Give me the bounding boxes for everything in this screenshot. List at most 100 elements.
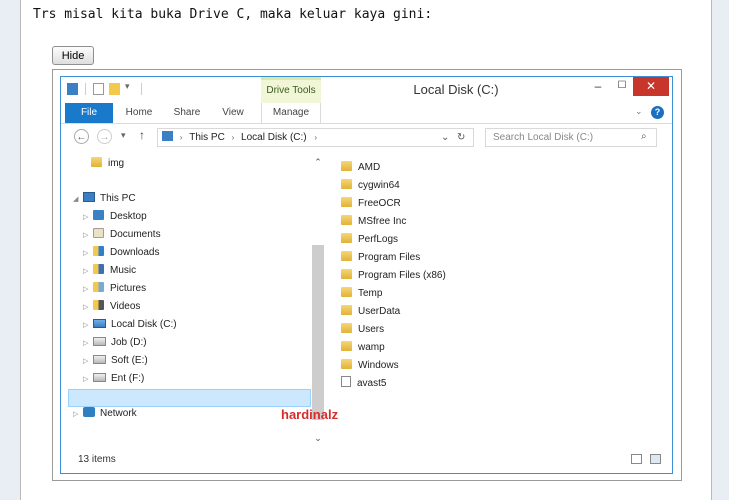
breadcrumb-separator-icon: › [231,133,235,142]
expand-ribbon-icon[interactable]: ⌄ [635,106,643,117]
breadcrumb-separator-icon: › [179,133,183,142]
minimize-button[interactable]: – [588,79,608,97]
scroll-up-icon[interactable]: ⌃ [311,155,325,169]
collapsed-arrow-icon[interactable]: ▷ [83,335,93,353]
breadcrumb-separator-icon: › [314,133,318,142]
collapsed-arrow-icon[interactable]: ▷ [83,299,93,317]
nav-pane-scrollbar[interactable]: ⌃ ⌄ [311,155,325,445]
address-field[interactable]: › This PC › Local Disk (C:) › ⌄ ↻ [157,128,474,147]
list-item[interactable]: PerfLogs [341,231,398,249]
list-item[interactable]: Program Files [341,249,420,267]
scroll-down-icon[interactable]: ⌄ [311,431,325,445]
network-icon [83,407,95,417]
list-item[interactable]: cygwin64 [341,177,400,195]
explorer-window: ▾ Drive Tools Local Disk (C:) – ☐ ✕ File… [60,76,673,474]
hide-spoiler-button[interactable]: Hide [52,46,94,65]
list-item[interactable]: wamp [341,339,385,357]
up-icon[interactable]: ↑ [139,128,145,142]
customize-quick-access-icon[interactable]: ▾ [125,81,130,92]
recent-locations-icon[interactable]: ▾ [121,130,126,141]
collapsed-arrow-icon[interactable]: ▷ [73,406,83,424]
this-pc-icon [162,131,173,141]
nav-item-img[interactable]: img [81,155,124,173]
folder-icon [341,197,352,207]
tab-manage[interactable]: Manage [261,103,321,123]
search-input[interactable]: Search Local Disk (C:) [485,128,657,147]
nav-item-videos[interactable]: ▷ Videos [83,298,140,316]
breadcrumb-local-disk[interactable]: Local Disk (C:) [241,132,307,143]
title-bar: ▾ Drive Tools Local Disk (C:) – ☐ ✕ [61,77,672,103]
status-bar: 13 items [61,447,672,473]
pictures-icon [93,282,104,292]
large-icons-view-icon[interactable] [650,454,661,464]
list-item[interactable]: Temp [341,285,382,303]
nav-item-music[interactable]: ▷ Music [83,262,136,280]
list-item[interactable]: Windows [341,357,399,375]
drive-icon [93,355,106,364]
post-border-left [20,0,21,500]
folder-icon [341,359,352,369]
navigation-pane: img ◢ This PC ▷ Desktop ▷ Documents ▷ Downlo… [61,151,326,447]
forward-icon[interactable]: → [97,129,112,144]
nav-item-network[interactable]: ▷ Network [73,405,137,423]
folder-icon [341,251,352,261]
collapsed-arrow-icon[interactable]: ▷ [83,281,93,299]
collapsed-arrow-icon[interactable]: ▷ [83,209,93,227]
collapsed-arrow-icon[interactable]: ▷ [83,317,93,335]
nav-item-this-pc[interactable]: ◢ This PC [73,190,136,208]
search-icon: ⌕ [641,131,647,142]
nav-item-downloads[interactable]: ▷ Downloads [83,244,159,262]
nav-item-desktop[interactable]: ▷ Desktop [83,208,147,226]
page-margin-left [0,0,20,500]
tab-file[interactable]: File [65,103,113,123]
list-item[interactable]: AMD [341,159,380,177]
post-text: Trs misal kita buka Drive C, maka keluar… [33,7,433,22]
properties-icon[interactable] [93,83,104,95]
nav-item-job-d[interactable]: ▷ Job (D:) [83,334,147,352]
nav-item-soft-e[interactable]: ▷ Soft (E:) [83,352,148,370]
new-folder-icon[interactable] [109,83,120,95]
folder-icon [341,341,352,351]
collapsed-arrow-icon[interactable]: ▷ [83,371,93,389]
list-item[interactable]: FreeOCR [341,195,401,213]
tab-home[interactable]: Home [117,103,161,123]
collapsed-arrow-icon[interactable]: ▷ [83,227,93,245]
close-button[interactable]: ✕ [633,77,669,96]
folder-icon [341,305,352,315]
address-dropdown-icon[interactable]: ⌄ [441,129,449,146]
tab-view[interactable]: View [213,103,253,123]
list-item[interactable]: MSfree Inc [341,213,406,231]
tab-share[interactable]: Share [165,103,209,123]
back-icon[interactable]: ← [74,129,89,144]
folder-icon [341,179,352,189]
computer-icon [83,192,95,202]
nav-item-ent-f[interactable]: ▷ Ent (F:) [83,370,144,388]
list-item[interactable]: avast5 [341,375,386,393]
nav-item-documents[interactable]: ▷ Documents [83,226,161,244]
list-item[interactable]: UserData [341,303,400,321]
folder-icon [341,323,352,333]
collapsed-arrow-icon[interactable]: ▷ [83,353,93,371]
page-margin-right [712,0,729,500]
maximize-button[interactable]: ☐ [612,79,632,97]
folder-icon [341,233,352,243]
breadcrumb-this-pc[interactable]: This PC [189,132,225,143]
expanded-arrow-icon[interactable]: ◢ [73,191,83,209]
downloads-icon [93,246,104,256]
drive-icon [67,83,78,95]
desktop-icon [93,210,104,220]
documents-icon [93,228,104,238]
list-item[interactable]: Users [341,321,384,339]
folder-icon [341,161,352,171]
list-item[interactable]: Program Files (x86) [341,267,446,285]
collapsed-arrow-icon[interactable]: ▷ [83,263,93,281]
scroll-thumb[interactable] [312,245,324,420]
nav-item-pictures[interactable]: ▷ Pictures [83,280,146,298]
music-icon [93,264,104,274]
details-view-icon[interactable] [631,454,642,464]
refresh-icon[interactable]: ↻ [457,129,465,146]
nav-item-local-disk-c[interactable]: ▷ Local Disk (C:) [83,316,177,334]
help-icon[interactable]: ? [651,106,664,119]
system-drive-icon [93,319,106,328]
collapsed-arrow-icon[interactable]: ▷ [83,245,93,263]
